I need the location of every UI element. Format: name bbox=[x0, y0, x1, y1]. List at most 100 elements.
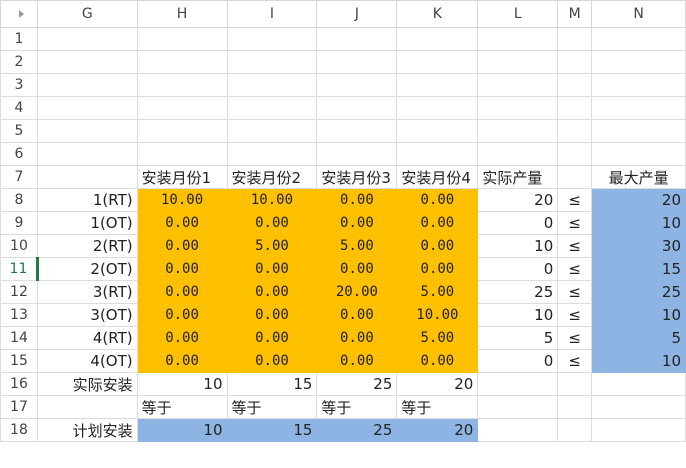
row-header-13[interactable]: 13 bbox=[0, 303, 38, 327]
cell[interactable] bbox=[136, 142, 228, 166]
install-cell[interactable]: 0.00 bbox=[226, 303, 318, 327]
cell[interactable] bbox=[226, 119, 318, 143]
cell[interactable] bbox=[396, 27, 479, 51]
max-output-cell[interactable]: 15 bbox=[591, 257, 686, 281]
install-cell[interactable]: 0.00 bbox=[226, 211, 318, 235]
planned-install-cell[interactable]: 20 bbox=[396, 418, 479, 442]
cell[interactable] bbox=[591, 96, 686, 120]
cell[interactable] bbox=[557, 73, 593, 97]
cell[interactable] bbox=[477, 96, 559, 120]
cell[interactable] bbox=[36, 119, 138, 143]
install-cell[interactable]: 0.00 bbox=[396, 211, 479, 235]
install-cell[interactable]: 0.00 bbox=[316, 188, 398, 212]
actual-output-cell[interactable]: 25 bbox=[477, 280, 559, 304]
install-cell[interactable]: 5.00 bbox=[396, 280, 479, 304]
cell[interactable] bbox=[316, 96, 398, 120]
header-install-month-1[interactable]: 安装月份1 bbox=[136, 165, 228, 189]
cell[interactable] bbox=[591, 119, 686, 143]
cell[interactable] bbox=[36, 96, 138, 120]
cell[interactable] bbox=[557, 395, 593, 419]
cell[interactable] bbox=[136, 50, 228, 74]
cell[interactable] bbox=[591, 73, 686, 97]
leq-symbol[interactable]: ≤ bbox=[557, 257, 593, 281]
install-cell[interactable]: 10.00 bbox=[396, 303, 479, 327]
row-header-12[interactable]: 12 bbox=[0, 280, 38, 304]
planned-install-label[interactable]: 计划安装 bbox=[36, 418, 138, 442]
install-cell[interactable]: 10.00 bbox=[136, 188, 228, 212]
header-install-month-3[interactable]: 安装月份3 bbox=[316, 165, 398, 189]
cell[interactable] bbox=[477, 73, 559, 97]
cell[interactable] bbox=[136, 119, 228, 143]
install-cell[interactable]: 0.00 bbox=[226, 326, 318, 350]
install-cell[interactable]: 0.00 bbox=[316, 303, 398, 327]
install-cell[interactable]: 0.00 bbox=[226, 349, 318, 373]
row-header-2[interactable]: 2 bbox=[0, 50, 38, 74]
actual-install-cell[interactable]: 25 bbox=[316, 372, 398, 396]
install-cell[interactable]: 5.00 bbox=[226, 234, 318, 258]
leq-symbol[interactable]: ≤ bbox=[557, 303, 593, 327]
actual-output-cell[interactable]: 10 bbox=[477, 303, 559, 327]
actual-output-cell[interactable]: 20 bbox=[477, 188, 559, 212]
equals-label[interactable]: 等于 bbox=[396, 395, 479, 419]
column-header-K[interactable]: K bbox=[396, 0, 479, 28]
cell[interactable] bbox=[396, 73, 479, 97]
row-header-10[interactable]: 10 bbox=[0, 234, 38, 258]
planned-install-cell[interactable]: 10 bbox=[136, 418, 228, 442]
install-cell[interactable]: 5.00 bbox=[316, 234, 398, 258]
leq-symbol[interactable]: ≤ bbox=[557, 188, 593, 212]
column-header-L[interactable]: L bbox=[477, 0, 559, 28]
period-label[interactable]: 4(OT) bbox=[36, 349, 138, 373]
install-cell[interactable]: 0.00 bbox=[136, 349, 228, 373]
install-cell[interactable]: 0.00 bbox=[396, 349, 479, 373]
equals-label[interactable]: 等于 bbox=[316, 395, 398, 419]
cell[interactable] bbox=[316, 73, 398, 97]
cell[interactable] bbox=[557, 119, 593, 143]
column-header-G[interactable]: G bbox=[36, 0, 138, 28]
cell[interactable] bbox=[36, 50, 138, 74]
leq-symbol[interactable]: ≤ bbox=[557, 280, 593, 304]
period-label[interactable]: 3(OT) bbox=[36, 303, 138, 327]
cell[interactable] bbox=[477, 50, 559, 74]
period-label[interactable]: 2(OT) bbox=[36, 257, 138, 281]
cell[interactable] bbox=[477, 372, 559, 396]
cell[interactable] bbox=[396, 50, 479, 74]
row-header-5[interactable]: 5 bbox=[0, 119, 38, 143]
max-output-cell[interactable]: 10 bbox=[591, 211, 686, 235]
header-max-output[interactable]: 最大产量 bbox=[591, 165, 686, 189]
column-header-H[interactable]: H bbox=[136, 0, 228, 28]
cell[interactable] bbox=[396, 119, 479, 143]
install-cell[interactable]: 0.00 bbox=[396, 257, 479, 281]
header-install-month-2[interactable]: 安装月份2 bbox=[226, 165, 318, 189]
actual-output-cell[interactable]: 0 bbox=[477, 211, 559, 235]
cell[interactable] bbox=[557, 27, 593, 51]
period-label[interactable]: 3(RT) bbox=[36, 280, 138, 304]
max-output-cell[interactable]: 10 bbox=[591, 303, 686, 327]
column-header-M[interactable]: M bbox=[557, 0, 593, 28]
column-header-N[interactable]: N bbox=[591, 0, 686, 28]
install-cell[interactable]: 0.00 bbox=[136, 234, 228, 258]
cell[interactable] bbox=[226, 27, 318, 51]
max-output-cell[interactable]: 20 bbox=[591, 188, 686, 212]
header-install-month-4[interactable]: 安装月份4 bbox=[396, 165, 479, 189]
row-header-3[interactable]: 3 bbox=[0, 73, 38, 97]
cell[interactable] bbox=[557, 372, 593, 396]
actual-output-cell[interactable]: 5 bbox=[477, 326, 559, 350]
install-cell[interactable]: 0.00 bbox=[226, 280, 318, 304]
header-actual-output[interactable]: 实际产量 bbox=[477, 165, 559, 189]
cell[interactable] bbox=[557, 96, 593, 120]
equals-label[interactable]: 等于 bbox=[136, 395, 228, 419]
row-header-9[interactable]: 9 bbox=[0, 211, 38, 235]
max-output-cell[interactable]: 25 bbox=[591, 280, 686, 304]
cell[interactable] bbox=[36, 73, 138, 97]
actual-install-cell[interactable]: 15 bbox=[226, 372, 318, 396]
max-output-cell[interactable]: 30 bbox=[591, 234, 686, 258]
actual-output-cell[interactable]: 0 bbox=[477, 349, 559, 373]
cell[interactable] bbox=[477, 395, 559, 419]
equals-label[interactable]: 等于 bbox=[226, 395, 318, 419]
planned-install-cell[interactable]: 25 bbox=[316, 418, 398, 442]
column-header-I[interactable]: I bbox=[226, 0, 318, 28]
cell[interactable] bbox=[396, 96, 479, 120]
cell[interactable] bbox=[557, 142, 593, 166]
cell[interactable] bbox=[316, 119, 398, 143]
planned-install-cell[interactable]: 15 bbox=[226, 418, 318, 442]
